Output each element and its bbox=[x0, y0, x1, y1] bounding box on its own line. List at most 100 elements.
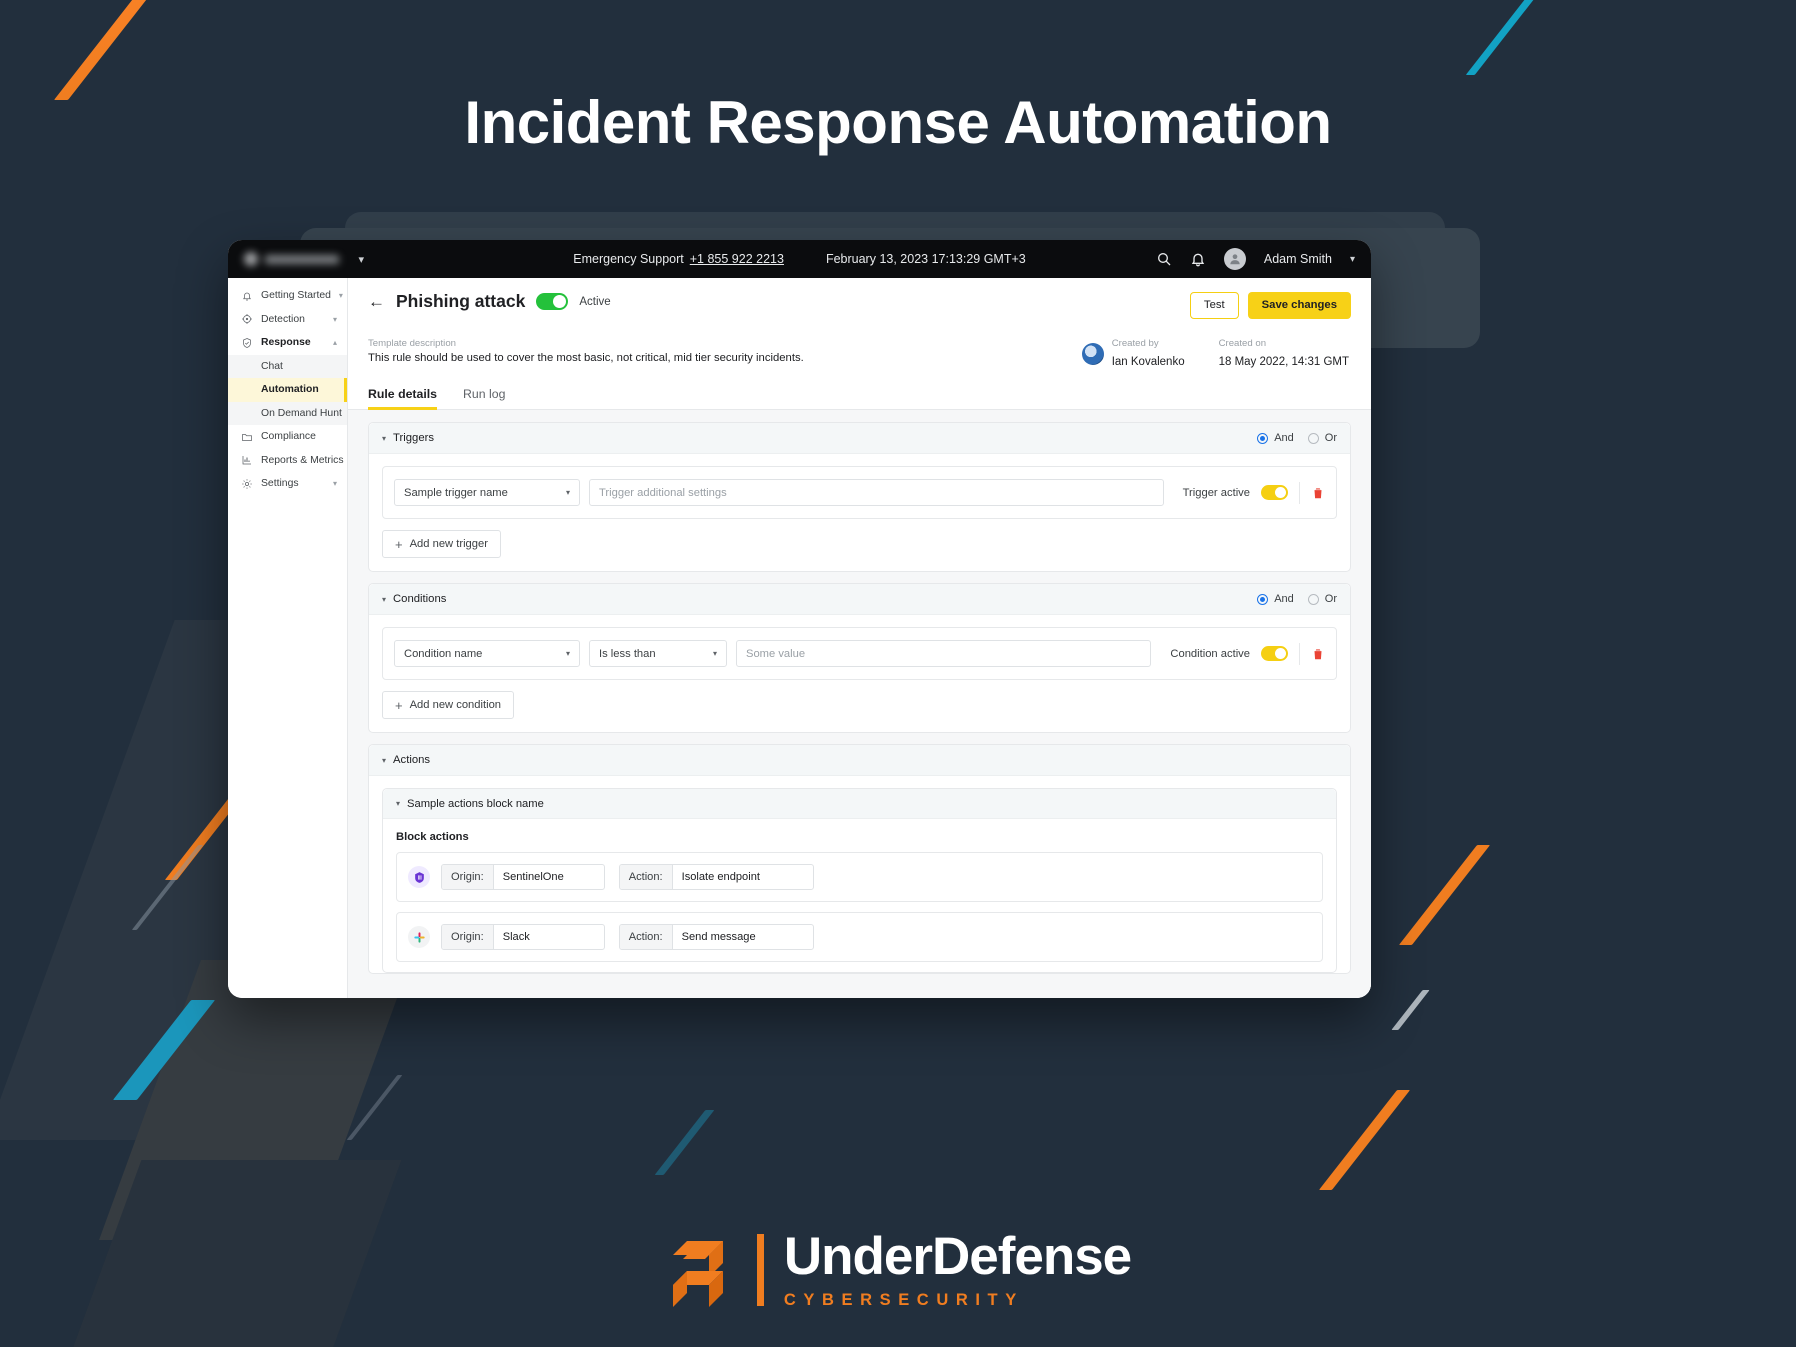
actions-block-header[interactable]: ▾ Sample actions block name bbox=[383, 789, 1336, 819]
chevron-down-icon[interactable]: ▾ bbox=[566, 649, 570, 658]
chevron-down-icon[interactable]: ▾ bbox=[358, 253, 364, 266]
sidebar-item-detection[interactable]: Detection ▾ bbox=[228, 308, 347, 332]
trigger-active-label: Trigger active bbox=[1183, 487, 1250, 499]
emergency-support-phone[interactable]: +1 855 922 2213 bbox=[690, 252, 784, 266]
action-row: Origin: Slack Action: Send message bbox=[396, 912, 1323, 962]
test-button[interactable]: Test bbox=[1190, 292, 1239, 319]
chevron-down-icon[interactable]: ▾ bbox=[1350, 254, 1355, 265]
condition-value-input[interactable]: Some value bbox=[736, 640, 1151, 667]
sidebar-subitem-label: On Demand Hunt bbox=[261, 408, 342, 419]
triggers-card: ▾ Triggers And Or bbox=[368, 422, 1351, 572]
chevron-down-icon[interactable]: ▾ bbox=[382, 756, 386, 765]
sidebar-item-label: Settings bbox=[261, 478, 325, 489]
add-new-trigger-button[interactable]: + Add new trigger bbox=[382, 530, 501, 558]
created-by-name: Ian Kovalenko bbox=[1112, 356, 1185, 368]
radio-icon[interactable] bbox=[1308, 433, 1319, 444]
trigger-active-toggle[interactable] bbox=[1261, 485, 1288, 500]
rule-title: Phishing attack bbox=[396, 291, 525, 312]
radio-icon[interactable] bbox=[1308, 594, 1319, 605]
conditions-header[interactable]: ▾ Conditions And Or bbox=[369, 584, 1350, 615]
chevron-up-icon[interactable]: ▴ bbox=[333, 338, 337, 347]
bell-icon[interactable] bbox=[1190, 251, 1206, 267]
emergency-support-label: Emergency Support bbox=[573, 252, 683, 266]
action-action-label: Action: bbox=[620, 865, 673, 889]
search-icon[interactable] bbox=[1156, 251, 1172, 267]
trash-icon[interactable] bbox=[1311, 485, 1325, 501]
folder-icon bbox=[241, 431, 253, 443]
template-description-text: This rule should be used to cover the mo… bbox=[368, 352, 1082, 364]
app-top-bar: ▾ Emergency Support +1 855 922 2213 Febr… bbox=[228, 240, 1371, 278]
sidebar-item-label: Reports & Metrics bbox=[261, 455, 344, 466]
chevron-down-icon[interactable]: ▾ bbox=[396, 799, 400, 808]
sidebar-item-getting-started[interactable]: Getting Started ▾ bbox=[228, 284, 347, 308]
add-new-condition-button[interactable]: + Add new condition bbox=[382, 691, 514, 719]
sidebar-item-compliance[interactable]: Compliance bbox=[228, 425, 347, 449]
chevron-down-icon[interactable]: ▾ bbox=[382, 434, 386, 443]
main-content: Test Save changes ← Phishing attack Acti… bbox=[348, 278, 1371, 998]
trigger-name-select[interactable]: Sample trigger name ▾ bbox=[394, 479, 580, 506]
trash-icon[interactable] bbox=[1311, 646, 1325, 662]
bell-outline-icon bbox=[241, 290, 253, 302]
action-action-field[interactable]: Action: Isolate endpoint bbox=[619, 864, 814, 890]
arrow-left-icon[interactable]: ← bbox=[368, 293, 385, 310]
conditions-logic-or-label: Or bbox=[1325, 593, 1337, 605]
avatar[interactable] bbox=[1224, 248, 1246, 270]
condition-active-toggle[interactable] bbox=[1261, 646, 1288, 661]
chevron-down-icon[interactable]: ▾ bbox=[713, 649, 717, 658]
actions-block: ▾ Sample actions block name Block action… bbox=[382, 788, 1337, 973]
rule-active-toggle[interactable] bbox=[536, 293, 568, 310]
conditions-card: ▾ Conditions And Or bbox=[368, 583, 1351, 733]
save-changes-button[interactable]: Save changes bbox=[1248, 292, 1351, 319]
created-on-value: 18 May 2022, 14:31 GMT bbox=[1219, 356, 1349, 368]
radio-icon[interactable] bbox=[1257, 594, 1268, 605]
tab-run-log[interactable]: Run log bbox=[463, 387, 505, 409]
condition-value-placeholder: Some value bbox=[746, 648, 805, 660]
tab-rule-details[interactable]: Rule details bbox=[368, 387, 437, 409]
condition-row: Condition name ▾ Is less than ▾ Some val… bbox=[382, 627, 1337, 680]
brand-mark-icon bbox=[244, 252, 258, 266]
action-origin-field[interactable]: Origin: SentinelOne bbox=[441, 864, 605, 890]
tab-bar: Rule details Run log bbox=[348, 370, 1371, 410]
radio-icon[interactable] bbox=[1257, 433, 1268, 444]
sidebar-item-reports-metrics[interactable]: Reports & Metrics bbox=[228, 449, 347, 473]
target-icon bbox=[241, 313, 253, 325]
chevron-down-icon[interactable]: ▾ bbox=[333, 315, 337, 324]
sidebar-item-label: Getting Started bbox=[261, 290, 331, 301]
sidebar-item-label: Detection bbox=[261, 314, 325, 325]
conditions-logic-and[interactable]: And bbox=[1257, 593, 1294, 605]
datetime-display: February 13, 2023 17:13:29 GMT+3 bbox=[826, 252, 1026, 266]
action-action-label: Action: bbox=[620, 925, 673, 949]
action-action-field[interactable]: Action: Send message bbox=[619, 924, 814, 950]
action-action-value: Isolate endpoint bbox=[673, 865, 813, 889]
conditions-logic-or[interactable]: Or bbox=[1308, 593, 1337, 605]
chevron-down-icon[interactable]: ▾ bbox=[566, 488, 570, 497]
trigger-settings-input[interactable]: Trigger additional settings bbox=[589, 479, 1164, 506]
created-on: Created on 18 May 2022, 14:31 GMT bbox=[1219, 338, 1349, 370]
rule-details-scroll-area[interactable]: ▾ Triggers And Or bbox=[348, 410, 1371, 998]
user-name[interactable]: Adam Smith bbox=[1264, 252, 1332, 266]
chevron-down-icon[interactable]: ▾ bbox=[339, 291, 343, 300]
gear-icon bbox=[241, 478, 253, 490]
sidebar-item-chat[interactable]: Chat bbox=[228, 355, 347, 379]
action-origin-value: Slack bbox=[494, 925, 604, 949]
conditions-logic-and-label: And bbox=[1274, 593, 1294, 605]
app-window: ▾ Emergency Support +1 855 922 2213 Febr… bbox=[228, 240, 1371, 998]
triggers-logic-and[interactable]: And bbox=[1257, 432, 1294, 444]
divider bbox=[1299, 482, 1300, 504]
condition-name-select[interactable]: Condition name ▾ bbox=[394, 640, 580, 667]
condition-operator-select[interactable]: Is less than ▾ bbox=[589, 640, 727, 667]
plus-icon: + bbox=[395, 538, 403, 551]
actions-header[interactable]: ▾ Actions bbox=[369, 745, 1350, 776]
action-origin-value: SentinelOne bbox=[494, 865, 604, 889]
brand-logo-redacted[interactable]: ▾ bbox=[228, 252, 364, 266]
chevron-down-icon[interactable]: ▾ bbox=[382, 595, 386, 604]
triggers-logic-or[interactable]: Or bbox=[1308, 432, 1337, 444]
sidebar-item-settings[interactable]: Settings ▾ bbox=[228, 472, 347, 496]
chevron-down-icon[interactable]: ▾ bbox=[333, 479, 337, 488]
sidebar-item-automation[interactable]: Automation bbox=[228, 378, 347, 402]
sidebar-item-on-demand-hunt[interactable]: On Demand Hunt bbox=[228, 402, 347, 426]
triggers-header[interactable]: ▾ Triggers And Or bbox=[369, 423, 1350, 454]
sidebar-item-response[interactable]: Response ▴ bbox=[228, 331, 347, 355]
action-origin-field[interactable]: Origin: Slack bbox=[441, 924, 605, 950]
underdefense-tagline: CYBERSECURITY bbox=[784, 1291, 1131, 1310]
